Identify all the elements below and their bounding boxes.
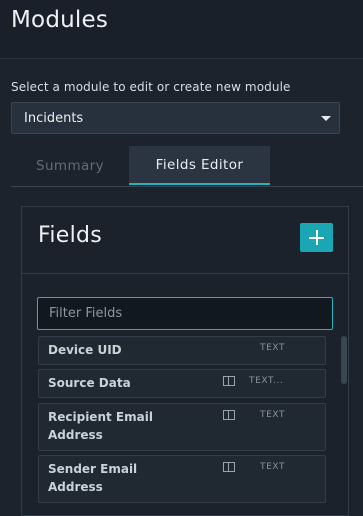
tab-fields-editor[interactable]: Fields Editor: [129, 146, 270, 185]
module-tabs: Summary Fields Editor: [11, 146, 363, 187]
field-row-sender-email-address[interactable]: Sender Email Address TEXT: [38, 455, 326, 503]
tab-summary[interactable]: Summary: [11, 146, 129, 185]
field-type: TEXT...: [249, 376, 284, 386]
module-select-label: Select a module to edit or create new mo…: [11, 80, 291, 94]
table-icon: [223, 410, 235, 420]
table-icon: [223, 462, 235, 472]
field-name: Source Data: [48, 376, 131, 390]
chevron-down-icon: [321, 116, 331, 121]
field-name: Sender Email Address: [48, 462, 138, 494]
field-row-source-data[interactable]: Source Data TEXT...: [38, 369, 326, 398]
field-type: TEXT: [260, 462, 286, 472]
fields-panel-title: Fields: [38, 223, 103, 248]
filter-fields-input[interactable]: [37, 297, 333, 330]
panel-divider: [22, 273, 348, 274]
module-select[interactable]: Incidents: [11, 102, 340, 134]
field-row-device-uid[interactable]: Device UID TEXT: [38, 336, 326, 365]
field-name: Device UID: [48, 343, 122, 357]
field-type: TEXT: [260, 410, 286, 420]
page-title: Modules: [11, 7, 109, 33]
add-field-button[interactable]: [300, 223, 333, 252]
module-select-value: Incidents: [24, 111, 84, 126]
plus-icon: [309, 230, 324, 245]
field-list-scrollbar[interactable]: [341, 336, 347, 384]
field-type: TEXT: [260, 343, 286, 353]
table-icon: [223, 376, 235, 386]
field-name: Recipient Email Address: [48, 410, 153, 442]
fields-panel: Fields Device UID TEXT Source Data TEXT.…: [21, 206, 349, 516]
page-header: Modules: [0, 0, 363, 59]
field-row-recipient-email-address[interactable]: Recipient Email Address TEXT: [38, 403, 326, 451]
